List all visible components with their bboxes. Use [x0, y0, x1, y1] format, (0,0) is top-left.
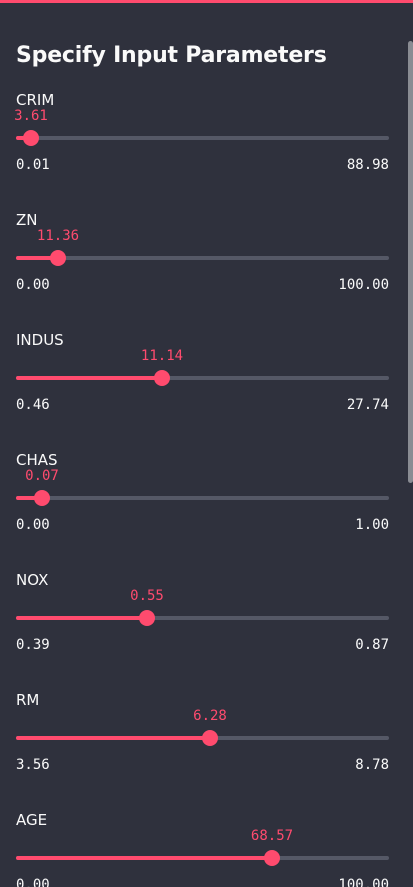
- slider-thumb[interactable]: [202, 730, 218, 746]
- zn-slider[interactable]: 11.36: [16, 228, 389, 273]
- slider-track[interactable]: [16, 256, 389, 260]
- rm-slider[interactable]: 6.28: [16, 708, 389, 753]
- slider-thumb[interactable]: [34, 490, 50, 506]
- chas-slider[interactable]: 0.07: [16, 468, 389, 513]
- slider-value: 68.57: [250, 828, 294, 844]
- sidebar: Specify Input Parameters CRIM 3.61 0.01 …: [0, 3, 413, 887]
- slider-max: 100.00: [338, 877, 389, 887]
- param-label: CHAS: [16, 451, 58, 469]
- slider-value: 11.14: [140, 348, 184, 364]
- slider-max: 100.00: [338, 277, 389, 293]
- slider-fill: [16, 856, 272, 860]
- slider-min: 0.46: [16, 397, 50, 413]
- slider-thumb[interactable]: [139, 610, 155, 626]
- indus-slider[interactable]: 11.14: [16, 348, 389, 393]
- slider-fill: [16, 616, 147, 620]
- slider-min: 0.00: [16, 517, 50, 533]
- param-rm: RM 6.28 3.56 8.78: [0, 691, 405, 811]
- slider-track[interactable]: [16, 136, 389, 140]
- param-label: NOX: [16, 571, 49, 589]
- slider-min: 0.00: [16, 277, 50, 293]
- slider-thumb[interactable]: [50, 250, 66, 266]
- slider-value: 0.55: [130, 588, 164, 604]
- param-indus: INDUS 11.14 0.46 27.74: [0, 331, 405, 451]
- slider-thumb[interactable]: [23, 130, 39, 146]
- param-age: AGE 68.57 0.00 100.00: [0, 811, 405, 887]
- slider-fill: [16, 736, 210, 740]
- slider-track[interactable]: [16, 496, 389, 500]
- slider-max: 8.78: [355, 757, 389, 773]
- slider-max: 27.74: [346, 397, 389, 413]
- param-label: RM: [16, 691, 40, 709]
- slider-thumb[interactable]: [264, 850, 280, 866]
- slider-value: 3.61: [14, 108, 48, 124]
- slider-value: 11.36: [36, 228, 80, 244]
- slider-value: 6.28: [193, 708, 227, 724]
- slider-min: 0.39: [16, 637, 50, 653]
- crim-slider[interactable]: 3.61: [14, 108, 389, 153]
- slider-thumb[interactable]: [154, 370, 170, 386]
- param-label: INDUS: [16, 331, 64, 349]
- slider-max: 88.98: [346, 157, 389, 173]
- slider-fill: [16, 376, 162, 380]
- param-nox: NOX 0.55 0.39 0.87: [0, 571, 405, 691]
- param-label: AGE: [16, 811, 48, 829]
- nox-slider[interactable]: 0.55: [16, 588, 389, 633]
- param-crim: CRIM 3.61 0.01 88.98: [0, 91, 405, 211]
- param-zn: ZN 11.36 0.00 100.00: [0, 211, 405, 331]
- slider-max: 0.87: [355, 637, 389, 653]
- param-label: ZN: [16, 211, 38, 229]
- param-label: CRIM: [16, 91, 55, 109]
- slider-value: 0.07: [25, 468, 59, 484]
- slider-max: 1.00: [355, 517, 389, 533]
- sidebar-title: Specify Input Parameters: [16, 43, 327, 68]
- slider-min: 3.56: [16, 757, 50, 773]
- slider-min: 0.00: [16, 877, 50, 887]
- age-slider[interactable]: 68.57: [16, 828, 389, 873]
- sidebar-scrollbar[interactable]: [408, 41, 413, 483]
- slider-min: 0.01: [16, 157, 50, 173]
- param-chas: CHAS 0.07 0.00 1.00: [0, 451, 405, 571]
